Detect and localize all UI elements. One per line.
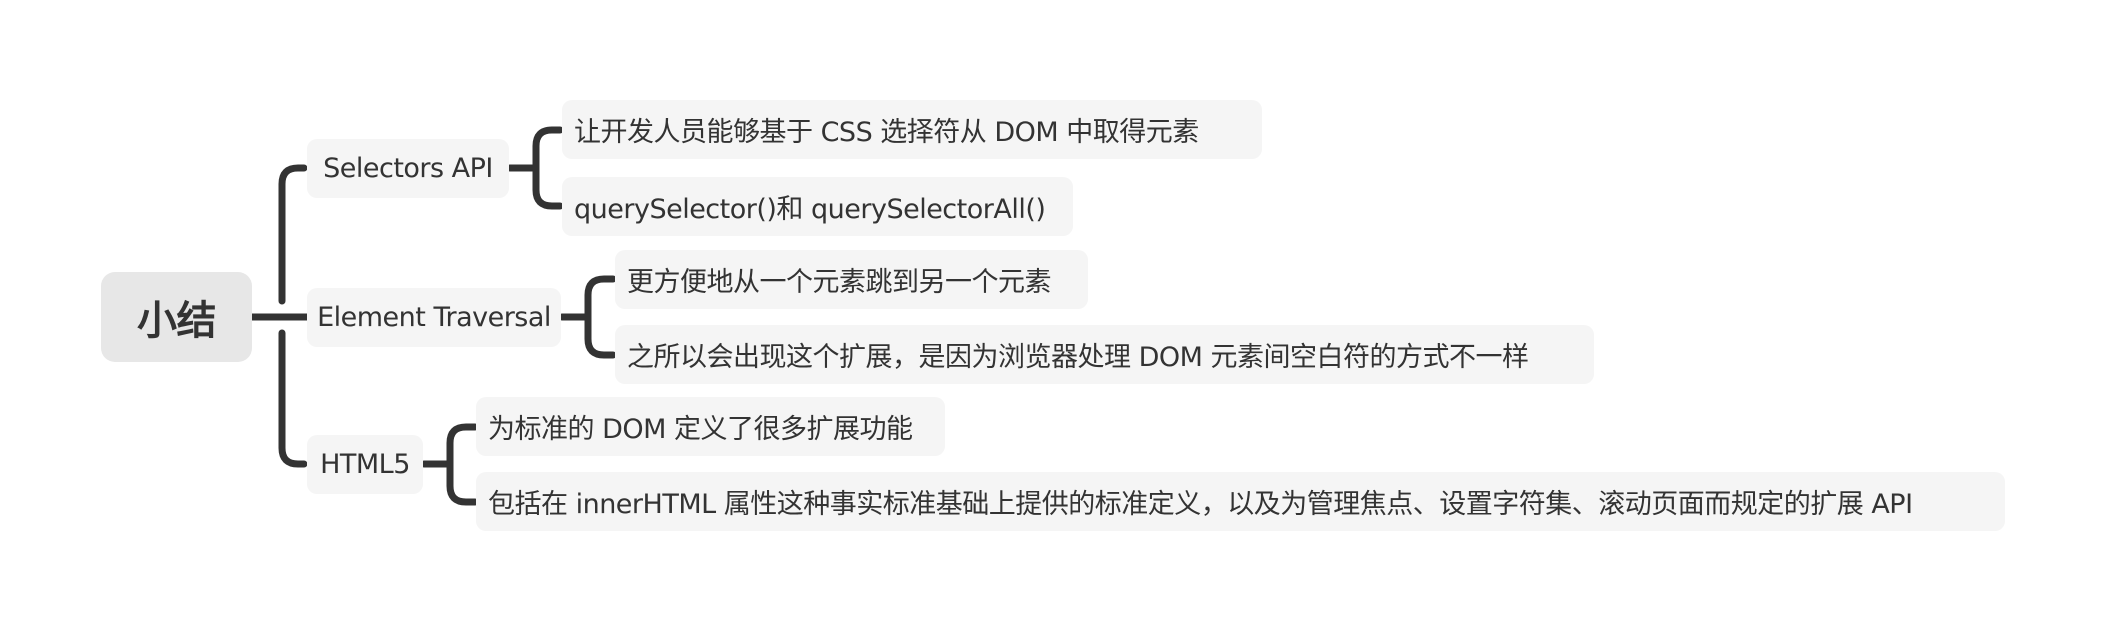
branch-node-selectors-api[interactable]: Selectors API [307, 139, 509, 198]
leaf-node-label: querySelector()和 querySelectorAll() [574, 194, 1046, 225]
leaf-node-label: 之所以会出现这个扩展，是因为浏览器处理 DOM 元素间空白符的方式不一样 [627, 342, 1529, 373]
leaf-node-label: 包括在 innerHTML 属性这种事实标准基础上提供的标准定义，以及为管理焦点… [488, 489, 1913, 520]
branch-node-label: Selectors API [323, 153, 493, 184]
branch-node-element-traversal[interactable]: Element Traversal [307, 288, 561, 347]
leaf-node-label: 更方便地从一个元素跳到另一个元素 [627, 267, 1052, 298]
leaf-node-element-traversal-2[interactable]: 之所以会出现这个扩展，是因为浏览器处理 DOM 元素间空白符的方式不一样 [615, 325, 1594, 384]
mind-map: 小结 Selectors API 让开发人员能够基于 CSS 选择符从 DOM … [0, 0, 2102, 632]
leaf-node-element-traversal-1[interactable]: 更方便地从一个元素跳到另一个元素 [615, 250, 1088, 309]
branch-node-label: HTML5 [320, 449, 410, 480]
root-node[interactable]: 小结 [101, 272, 252, 362]
leaf-node-label: 让开发人员能够基于 CSS 选择符从 DOM 中取得元素 [574, 117, 1199, 148]
connector-selectors-leaf-1 [532, 126, 564, 210]
connector-root-selectors [278, 164, 308, 305]
branch-node-html5[interactable]: HTML5 [307, 435, 423, 494]
connector-html5-leaf-1 [446, 423, 479, 506]
connector-element-leaf-1 [584, 275, 617, 359]
connector-root-html5 [278, 329, 308, 468]
leaf-node-selectors-api-2[interactable]: querySelector()和 querySelectorAll() [562, 177, 1073, 236]
branch-node-label: Element Traversal [317, 302, 551, 333]
leaf-node-label: 为标准的 DOM 定义了很多扩展功能 [488, 414, 913, 445]
root-node-label: 小结 [137, 298, 217, 344]
leaf-node-html5-2[interactable]: 包括在 innerHTML 属性这种事实标准基础上提供的标准定义，以及为管理焦点… [476, 472, 2005, 531]
leaf-node-selectors-api-1[interactable]: 让开发人员能够基于 CSS 选择符从 DOM 中取得元素 [562, 100, 1262, 159]
leaf-node-html5-1[interactable]: 为标准的 DOM 定义了很多扩展功能 [476, 397, 945, 456]
